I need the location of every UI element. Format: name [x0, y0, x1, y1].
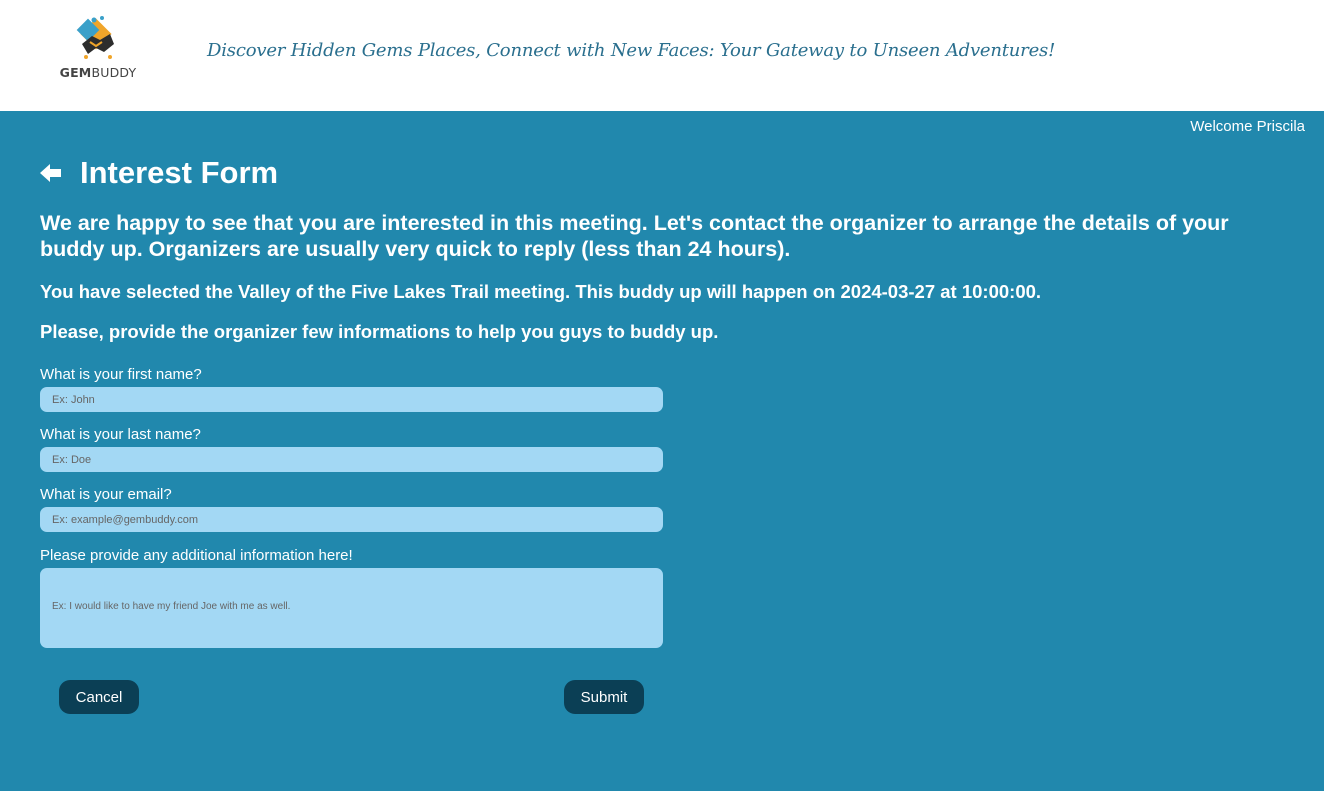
cancel-button[interactable]: Cancel: [59, 680, 139, 714]
arrow-left-icon[interactable]: [40, 163, 62, 183]
gembuddy-logo[interactable]: GEMBUDDY: [42, 10, 154, 100]
page-title-row: Interest Form: [40, 155, 278, 191]
welcome-message: Welcome Priscila: [1190, 118, 1305, 135]
site-header: GEMBUDDY Discover Hidden Gems Places, Co…: [0, 0, 1324, 111]
site-tagline: Discover Hidden Gems Places, Connect wit…: [207, 40, 1056, 61]
intro-text: We are happy to see that you are interes…: [40, 211, 1229, 261]
page-title: Interest Form: [80, 155, 279, 190]
last-name-label: What is your last name?: [40, 426, 201, 443]
selected-meeting-text: You have selected the Valley of the Five…: [40, 281, 1042, 302]
email-label: What is your email?: [40, 486, 172, 503]
additional-info-label: Please provide any additional informatio…: [40, 547, 353, 564]
logo-wordmark: GEMBUDDY: [59, 65, 137, 80]
last-name-field[interactable]: [40, 447, 663, 472]
submit-button[interactable]: Submit: [564, 680, 644, 714]
handshake-icon: [76, 16, 114, 59]
first-name-label: What is your first name?: [40, 366, 202, 383]
instructions-text: Please, provide the organizer few inform…: [40, 321, 719, 342]
first-name-field[interactable]: [40, 387, 663, 412]
email-field[interactable]: [40, 507, 663, 532]
additional-info-field[interactable]: [40, 568, 663, 648]
